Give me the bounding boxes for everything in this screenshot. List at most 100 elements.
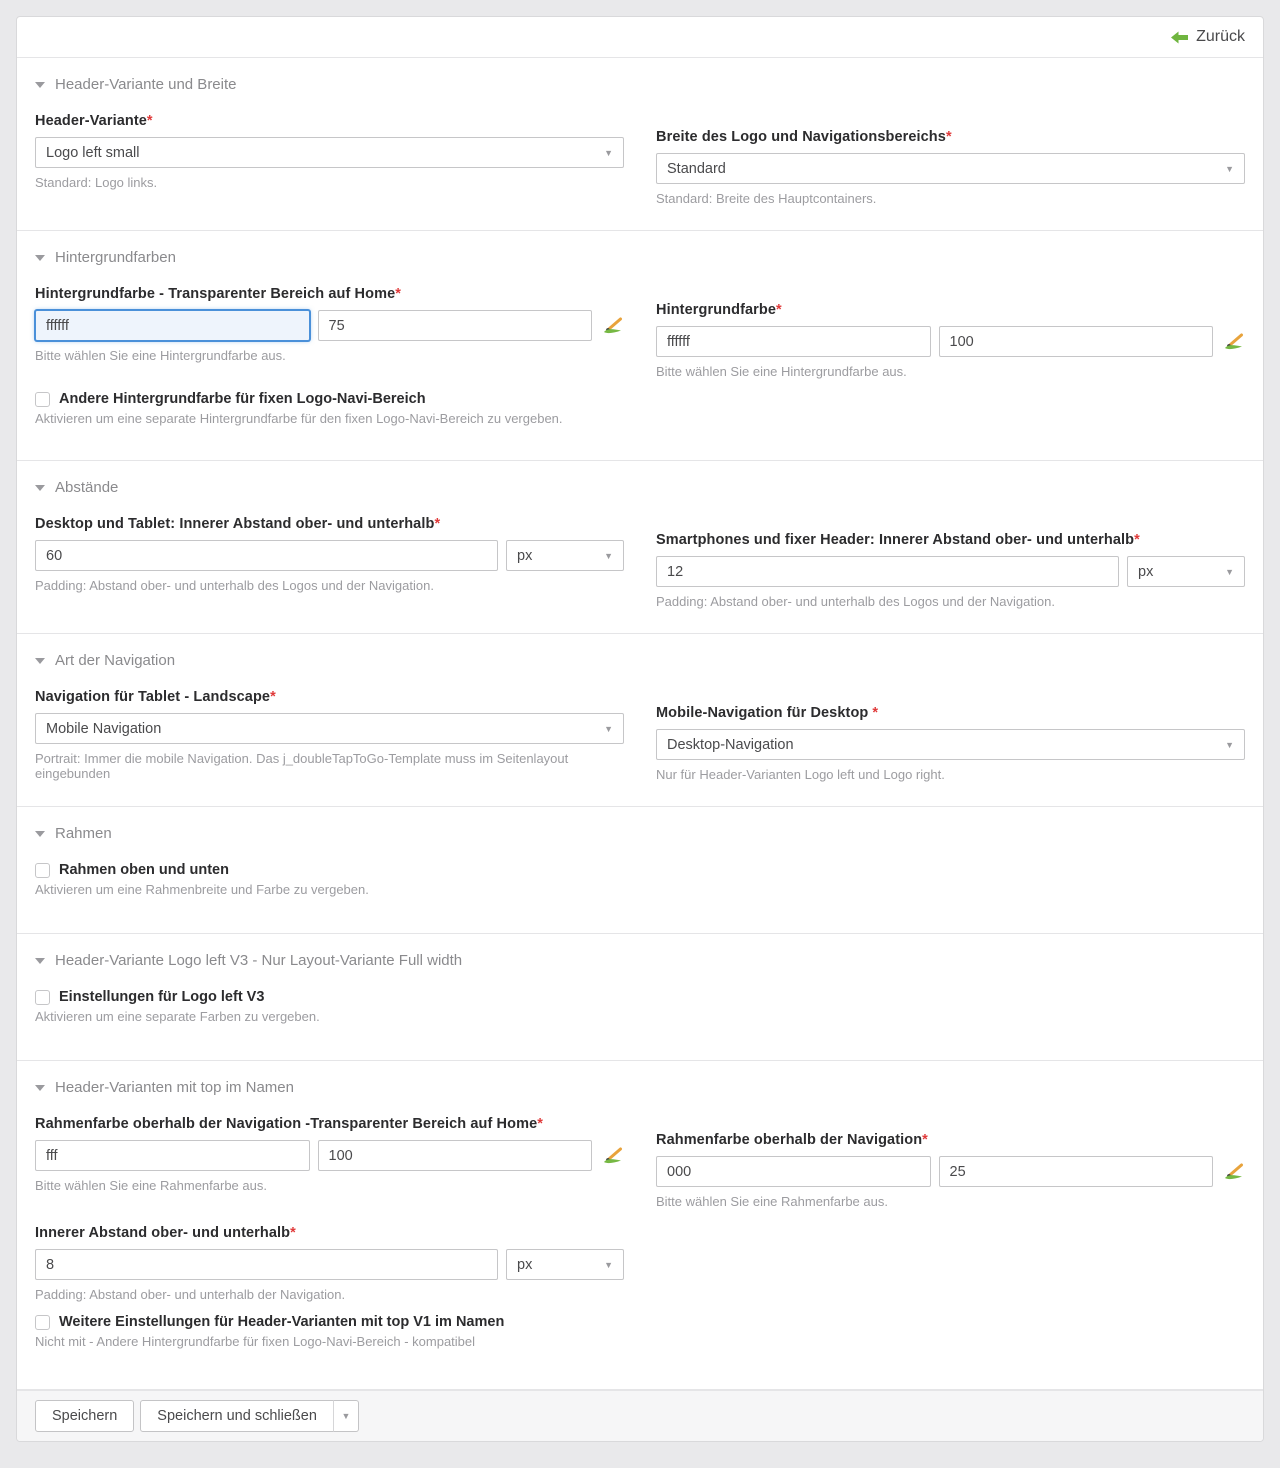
field-label: Rahmenfarbe oberhalb der Navigation* xyxy=(656,1132,1245,1148)
section-top-im-namen-toggle[interactable]: Header-Varianten mit top im Namen xyxy=(35,1075,1245,1096)
section-title-label: Header-Variante und Breite xyxy=(55,76,237,93)
section-art-der-navigation: Art der Navigation Navigation für Tablet… xyxy=(17,634,1263,807)
field-label: Navigation für Tablet - Landscape* xyxy=(35,689,624,705)
smartphone-abstand-input[interactable] xyxy=(656,556,1119,587)
color-picker-button[interactable] xyxy=(1221,330,1245,354)
field-hintergrundfarbe: Hintergrundfarbe* Bitte xyxy=(656,302,1245,379)
field-help: Bitte wählen Sie eine Rahmenfarbe aus. xyxy=(656,1194,1245,1209)
save-close-split-button: Speichern und schließen xyxy=(140,1400,359,1432)
rahmenfarbe-color-input[interactable] xyxy=(656,1156,931,1187)
section-header-variante: Header-Variante und Breite Header-Varian… xyxy=(17,58,1263,231)
field-help: Nur für Header-Varianten Logo left und L… xyxy=(656,767,1245,782)
section-title-label: Abstände xyxy=(55,479,118,496)
section-collapse-icon xyxy=(35,255,45,261)
section-abstaende-toggle[interactable]: Abstände xyxy=(35,475,1245,496)
topbar: Zurück xyxy=(17,17,1263,58)
field-header-variante: Header-Variante* Logo left small Standar… xyxy=(35,113,624,206)
field-help: Standard: Logo links. xyxy=(35,175,624,190)
required-mark: * xyxy=(290,1225,296,1241)
section-title-label: Header-Varianten mit top im Namen xyxy=(55,1079,294,1096)
save-button[interactable]: Speichern xyxy=(35,1400,134,1432)
section-rahmen: Rahmen Rahmen oben und unten Aktivieren … xyxy=(17,807,1263,934)
bg-opacity-input[interactable] xyxy=(939,326,1214,357)
field-help: Padding: Abstand ober- und unterhalb der… xyxy=(35,1287,624,1302)
field-label: Mobile-Navigation für Desktop* xyxy=(656,705,1245,721)
desktop-abstand-unit-select[interactable]: px xyxy=(506,540,624,571)
section-title-label: Rahmen xyxy=(55,825,112,842)
rahmen-checkbox-row[interactable]: Rahmen oben und unten xyxy=(35,862,1245,878)
paintbrush-icon xyxy=(1223,1163,1244,1180)
rahmenfarbe-transparent-opacity-input[interactable] xyxy=(318,1140,593,1171)
section-hintergrundfarben-toggle[interactable]: Hintergrundfarben xyxy=(35,245,1245,266)
andere-hintergrundfarbe-checkbox[interactable] xyxy=(35,392,50,407)
bg-transparent-opacity-input[interactable] xyxy=(318,310,593,341)
field-label: Rahmenfarbe oberhalb der Navigation -Tra… xyxy=(35,1116,624,1132)
field-help: Padding: Abstand ober- und unterhalb des… xyxy=(656,594,1245,609)
checkbox-label: Einstellungen für Logo left V3 xyxy=(59,989,264,1005)
color-picker-button[interactable] xyxy=(600,1144,624,1168)
rahmenfarbe-opacity-input[interactable] xyxy=(939,1156,1214,1187)
checkbox-label: Rahmen oben und unten xyxy=(59,862,229,878)
section-art-der-navigation-toggle[interactable]: Art der Navigation xyxy=(35,648,1245,669)
section-collapse-icon xyxy=(35,831,45,837)
innerer-abstand-input[interactable] xyxy=(35,1249,498,1280)
header-variante-select[interactable]: Logo left small xyxy=(35,137,624,168)
back-button[interactable]: Zurück xyxy=(1171,28,1245,46)
field-mobile-navigation-desktop: Mobile-Navigation für Desktop* Desktop-N… xyxy=(656,705,1245,782)
field-rahmenfarbe: Rahmenfarbe oberhalb der Navigation* xyxy=(656,1132,1245,1209)
rahmenfarbe-transparent-color-input[interactable] xyxy=(35,1140,310,1171)
checkbox-help: Aktivieren um eine separate Hintergrundf… xyxy=(35,411,1245,426)
logo-v3-checkbox[interactable] xyxy=(35,990,50,1005)
section-header-variante-toggle[interactable]: Header-Variante und Breite xyxy=(35,72,1245,93)
section-title-label: Art der Navigation xyxy=(55,652,175,669)
field-help: Padding: Abstand ober- und unterhalb des… xyxy=(35,578,624,593)
bg-transparent-color-input[interactable] xyxy=(35,310,310,341)
smartphone-abstand-unit-select[interactable]: px xyxy=(1127,556,1245,587)
field-bg-transparent-home: Hintergrundfarbe - Transparenter Bereich… xyxy=(35,286,624,379)
rahmen-checkbox[interactable] xyxy=(35,863,50,878)
field-label: Desktop und Tablet: Innerer Abstand ober… xyxy=(35,516,624,532)
back-arrow-icon xyxy=(1171,31,1188,44)
field-help: Bitte wählen Sie eine Rahmenfarbe aus. xyxy=(35,1178,624,1193)
tablet-navigation-select[interactable]: Mobile Navigation xyxy=(35,713,624,744)
save-options-dropdown-button[interactable] xyxy=(333,1400,359,1432)
paintbrush-icon xyxy=(1223,333,1244,350)
section-title-label: Hintergrundfarben xyxy=(55,249,176,266)
field-label: Smartphones und fixer Header: Innerer Ab… xyxy=(656,532,1245,548)
color-picker-button[interactable] xyxy=(600,314,624,338)
section-rahmen-toggle[interactable]: Rahmen xyxy=(35,821,1245,842)
field-help: Portrait: Immer die mobile Navigation. D… xyxy=(35,751,624,781)
section-logo-left-v3-toggle[interactable]: Header-Variante Logo left V3 - Nur Layou… xyxy=(35,948,1245,969)
save-close-button[interactable]: Speichern und schließen xyxy=(140,1400,334,1432)
innerer-abstand-unit-select[interactable]: px xyxy=(506,1249,624,1280)
checkbox-help: Nicht mit - Andere Hintergrundfarbe für … xyxy=(35,1334,1245,1349)
weitere-einstellungen-checkbox[interactable] xyxy=(35,1315,50,1330)
checkbox-label: Andere Hintergrundfarbe für fixen Logo-N… xyxy=(59,391,426,407)
required-mark: * xyxy=(147,113,153,129)
weitere-einstellungen-checkbox-row[interactable]: Weitere Einstellungen für Header-Variant… xyxy=(35,1314,1245,1330)
desktop-abstand-input[interactable] xyxy=(35,540,498,571)
required-mark: * xyxy=(270,689,276,705)
field-help: Bitte wählen Sie eine Hintergrundfarbe a… xyxy=(656,364,1245,379)
field-weitere-einstellungen: Weitere Einstellungen für Header-Variant… xyxy=(35,1314,1245,1349)
required-mark: * xyxy=(395,286,401,302)
andere-hintergrundfarbe-checkbox-row[interactable]: Andere Hintergrundfarbe für fixen Logo-N… xyxy=(35,391,1245,407)
field-label: Innerer Abstand ober- und unterhalb* xyxy=(35,1225,624,1241)
section-collapse-icon xyxy=(35,485,45,491)
section-collapse-icon xyxy=(35,82,45,88)
section-logo-left-v3: Header-Variante Logo left V3 - Nur Layou… xyxy=(17,934,1263,1061)
breite-select[interactable]: Standard xyxy=(656,153,1245,184)
color-picker-button[interactable] xyxy=(1221,1160,1245,1184)
checkbox-help: Aktivieren um eine Rahmenbreite und Farb… xyxy=(35,882,1245,897)
field-label: Hintergrundfarbe - Transparenter Bereich… xyxy=(35,286,624,302)
required-mark: * xyxy=(1134,532,1140,548)
section-collapse-icon xyxy=(35,958,45,964)
required-mark: * xyxy=(434,516,440,532)
checkbox-help: Aktivieren um eine separate Farben zu ve… xyxy=(35,1009,1245,1024)
bg-color-input[interactable] xyxy=(656,326,931,357)
mobile-navigation-desktop-select[interactable]: Desktop-Navigation xyxy=(656,729,1245,760)
section-collapse-icon xyxy=(35,1085,45,1091)
logo-v3-checkbox-row[interactable]: Einstellungen für Logo left V3 xyxy=(35,989,1245,1005)
section-abstaende: Abstände Desktop und Tablet: Innerer Abs… xyxy=(17,461,1263,634)
field-label: Header-Variante* xyxy=(35,113,624,129)
